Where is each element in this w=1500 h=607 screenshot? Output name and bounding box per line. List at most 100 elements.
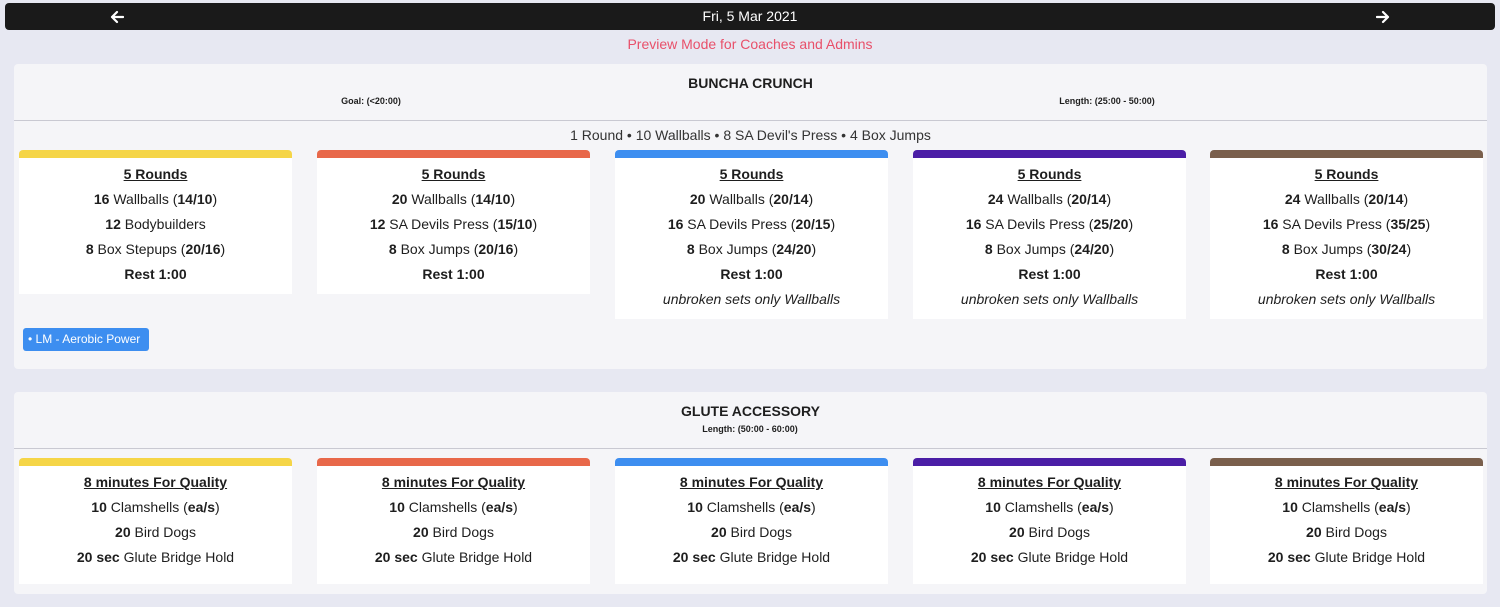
movement-text2: ) [513, 499, 518, 515]
movement-line: Rest 1:00 [19, 262, 292, 287]
movement-bold2: 14/10 [177, 191, 213, 207]
current-date[interactable]: Fri, 5 Mar 2021 [5, 3, 1495, 30]
movement-bold: 20 [391, 191, 408, 207]
workout-length: Length: (25:00 - 50:00) [1059, 96, 1155, 106]
movement-text: Bird Dogs [726, 524, 792, 540]
movement-text2: ) [811, 499, 816, 515]
movement-bold2: 20/15 [795, 216, 831, 232]
movement-bold: 8 [984, 241, 993, 257]
movement-text: Box Jumps ( [1289, 241, 1372, 257]
movement-bold: 16 [667, 216, 684, 232]
movement-bold2: 20/14 [1071, 191, 1107, 207]
movement-text: Glute Bridge Hold [119, 549, 235, 565]
movement-line: 20 sec Glute Bridge Hold [1210, 545, 1483, 570]
movement-text: Wallballs ( [705, 191, 774, 207]
movement-text: Bird Dogs [428, 524, 494, 540]
movement-line: 10 Clamshells (ea/s) [317, 495, 590, 520]
movement-text2: ) [1109, 241, 1115, 257]
movement-line: 12 SA Devils Press (15/10) [317, 212, 590, 237]
movement-line: 8 Box Stepups (20/16) [19, 237, 292, 262]
movement-bold2: 20/16 [185, 241, 221, 257]
movement-bold: Rest 1:00 [720, 266, 783, 282]
card-heading: 8 minutes For Quality [679, 474, 824, 490]
movement-line: Rest 1:00 [913, 262, 1186, 287]
movement-bold: 16 [1262, 216, 1279, 232]
movement-line: 20 Bird Dogs [615, 520, 888, 545]
movement-text2: ) [532, 216, 538, 232]
movement-bold: 20 sec [672, 549, 716, 565]
movement-text: SA Devils Press ( [981, 216, 1094, 232]
workout-section-buncha-crunch: BUNCHA CRUNCH Goal: (<20:00) Length: (25… [14, 64, 1487, 369]
movement-bold: 20 [413, 524, 429, 540]
movement-text2: ) [811, 241, 817, 257]
movement-bold: 20 sec [970, 549, 1014, 565]
workout-header: GLUTE ACCESSORY Length: (50:00 - 60:00) [14, 392, 1487, 449]
movement-bold: 8 [1281, 241, 1290, 257]
card-note: unbroken sets only Wallballs [1257, 291, 1436, 307]
card-heading: 8 minutes For Quality [83, 474, 228, 490]
movement-text: Glute Bridge Hold [1310, 549, 1426, 565]
movement-text: Box Jumps ( [694, 241, 777, 257]
movement-bold: 16 [965, 216, 982, 232]
movement-line: 8 Box Jumps (24/20) [615, 237, 888, 262]
workout-title: BUNCHA CRUNCH [688, 75, 813, 91]
workout-header: BUNCHA CRUNCH Goal: (<20:00) Length: (25… [14, 64, 1487, 121]
movement-bold: 10 [687, 499, 703, 515]
movement-bold2: 24/20 [1074, 241, 1110, 257]
movement-line: 16 SA Devils Press (25/20) [913, 212, 1186, 237]
card-heading: 5 Rounds [719, 166, 784, 182]
workout-tag[interactable]: • LM - Aerobic Power [23, 328, 150, 351]
movement-text: Clamshells ( [702, 499, 784, 515]
movement-line: 8 Box Jumps (30/24) [1210, 237, 1483, 262]
movement-line: Rest 1:00 [317, 262, 590, 287]
movement-line: 10 Clamshells (ea/s) [615, 495, 888, 520]
movement-text2: ) [1406, 499, 1411, 515]
movement-text: Wallballs ( [109, 191, 178, 207]
movement-bold2: ea/s [485, 499, 514, 515]
movement-bold2: ea/s [187, 499, 216, 515]
movement-line: 24 Wallballs (20/14) [1210, 187, 1483, 212]
movement-bold: Rest 1:00 [1315, 266, 1378, 282]
movement-bold2: ea/s [1081, 499, 1110, 515]
card-heading: 5 Rounds [421, 166, 486, 182]
next-day-arrow-icon[interactable] [1368, 3, 1398, 30]
movement-text: Bird Dogs [130, 524, 196, 540]
track-card: 5 Rounds 24 Wallballs (20/14) 16 SA Devils… [913, 150, 1186, 319]
movement-line: 20 Wallballs (14/10) [317, 187, 590, 212]
card-heading: 5 Rounds [1017, 166, 1082, 182]
workout-section-glute-accessory: GLUTE ACCESSORY Length: (50:00 - 60:00) … [14, 392, 1487, 594]
movement-line: 12 Bodybuilders [19, 212, 292, 237]
track-card: 8 minutes For Quality 10 Clamshells (ea/s… [317, 458, 590, 584]
movement-text2: ) [510, 191, 516, 207]
movement-bold2: 15/10 [497, 216, 533, 232]
track-card: 5 Rounds 20 Wallballs (20/14) 16 SA Devils… [615, 150, 888, 319]
movement-text: Glute Bridge Hold [417, 549, 533, 565]
track-card: 5 Rounds 20 Wallballs (14/10) 12 SA Devils… [317, 150, 590, 294]
movement-text: SA Devils Press ( [683, 216, 796, 232]
movement-text2: ) [513, 241, 519, 257]
card-heading: 5 Rounds [123, 166, 188, 182]
movement-bold2: ea/s [783, 499, 812, 515]
movement-bold: 20 [689, 191, 706, 207]
movement-line: 10 Clamshells (ea/s) [19, 495, 292, 520]
track-card: 8 minutes For Quality 10 Clamshells (ea/s… [913, 458, 1186, 584]
movement-bold: 10 [389, 499, 405, 515]
movement-text: Clamshells ( [404, 499, 486, 515]
movement-text2: ) [215, 499, 220, 515]
card-heading: 8 minutes For Quality [1274, 474, 1419, 490]
movement-text: Box Stepups ( [93, 241, 186, 257]
movement-bold2: 24/20 [776, 241, 812, 257]
movement-line: 20 Bird Dogs [19, 520, 292, 545]
preview-mode-notice: Preview Mode for Coaches and Admins [627, 36, 873, 52]
movement-text2: ) [1128, 216, 1134, 232]
movement-text2: ) [1425, 216, 1431, 232]
movement-text: Glute Bridge Hold [1013, 549, 1129, 565]
movement-bold: 12 [369, 216, 386, 232]
movement-bold2: 20/16 [478, 241, 514, 257]
movement-bold: 12 [105, 216, 121, 232]
movement-text2: ) [1109, 499, 1114, 515]
movement-bold: 20 sec [374, 549, 418, 565]
movement-text: SA Devils Press ( [385, 216, 498, 232]
movement-line: 20 sec Glute Bridge Hold [913, 545, 1186, 570]
workout-goal: Goal: (<20:00) [341, 96, 401, 106]
